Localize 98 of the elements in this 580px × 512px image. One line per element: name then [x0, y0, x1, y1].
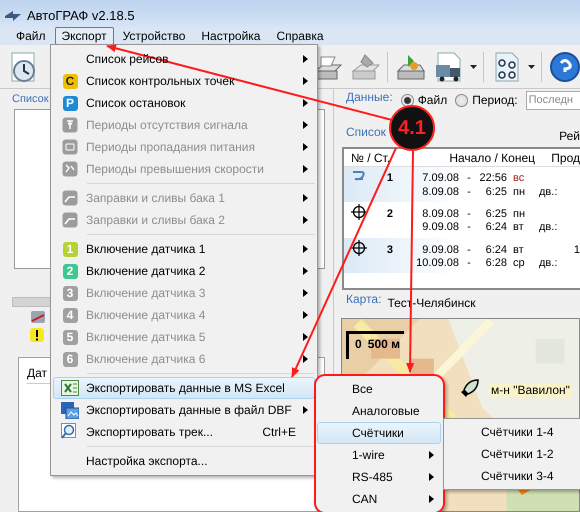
day-cell-text: пн [512, 186, 526, 198]
menu-item[interactable]: Счётчики 1-2 [446, 443, 580, 465]
signal-icon [62, 117, 78, 133]
marker-label: м-н "Вавилон" [489, 383, 572, 397]
caret-icon[interactable] [528, 64, 535, 68]
column-header: Прод [550, 150, 580, 164]
table-cell-text: 8.09.08 [421, 186, 459, 198]
menu-item[interactable]: 1-wire [317, 444, 441, 466]
badge-icon: P [62, 96, 78, 110]
table-cell-text: 8.09.08 [421, 208, 459, 220]
day-cell-text: вс [512, 172, 526, 184]
radio-option[interactable]: Период: [455, 93, 518, 107]
window-title: АвтоГРАФ v2.18.5 [27, 8, 135, 23]
day-cell-text: вт [512, 220, 525, 232]
menu-item[interactable]: Аналоговые [317, 400, 441, 422]
column-header: Начало / Конец [448, 150, 535, 164]
table-cell-text: дв.: [538, 256, 558, 268]
radio-label: Файл [418, 93, 448, 107]
table-cell-text: 2 [386, 208, 393, 220]
table-cell-text: - [466, 172, 472, 184]
table-cell-text: - [466, 244, 472, 256]
menu-bar-item[interactable]: Устройство [116, 27, 192, 45]
power-icon [62, 139, 78, 155]
table-cell-text: 1 [572, 244, 580, 256]
menu-item[interactable]: 2 Включение датчика 2 [53, 260, 315, 282]
day-cell-text: вт [512, 244, 525, 256]
table-cell-text: 3 [386, 244, 393, 256]
badge-icon: 6 [62, 352, 78, 366]
tab-strip [12, 297, 52, 307]
table-cell-text: - [466, 256, 472, 268]
crosshair-icon [351, 204, 367, 220]
badge-icon: 1 [62, 242, 78, 256]
table-cell-text: 6:25 [484, 208, 507, 220]
menu-item[interactable]: Экспортировать трек... Ctrl+E [53, 421, 315, 443]
database-file-icon [61, 402, 79, 418]
scale-label: 500 м [368, 337, 400, 353]
spreadsheet-icon [61, 380, 79, 396]
menu-bar-item[interactable]: Экспорт [54, 27, 114, 45]
table-cell-text: 1 [386, 172, 393, 184]
day-cell-text: пн [512, 208, 526, 220]
day-cell-text: ср [512, 256, 526, 268]
speed-icon [62, 161, 78, 177]
caret-icon[interactable] [470, 64, 477, 68]
radio-icon[interactable] [455, 94, 468, 106]
car-icon [30, 310, 46, 324]
menu-item[interactable]: Счётчики 1-4 [446, 421, 580, 443]
radio-icon[interactable] [400, 94, 414, 106]
table-cell-text: 9.09.08 [421, 244, 459, 256]
list-tab[interactable]: Список [12, 93, 49, 105]
table-cell-text: дв.: [538, 186, 558, 198]
table-cell-text: 9.09.08 [421, 220, 459, 232]
badge-icon: 5 [62, 330, 78, 344]
menu-item[interactable]: Экспортировать данные в MS Excel [53, 377, 315, 399]
badge-icon: 3 [62, 286, 78, 300]
period-field[interactable]: Последн [526, 90, 580, 110]
map-label: Карта: [346, 292, 382, 306]
table-cell-text: дв.: [538, 220, 558, 232]
vehicle-marker-icon [459, 377, 481, 399]
menu-item[interactable]: Счётчики 3-4 [446, 465, 580, 487]
tank-icon [62, 190, 78, 206]
table-cell: 22:56 [479, 172, 507, 184]
radio-label: Период: [472, 93, 518, 107]
table-cell-text: - [466, 220, 472, 232]
list-label: Список [346, 125, 386, 139]
app-logo-icon [5, 10, 21, 22]
table-cell-text: 6:28 [484, 256, 507, 268]
tank-icon [62, 212, 78, 228]
table-cell-text: 10.09.08 [415, 256, 459, 268]
menu-bar-item[interactable]: Настройка [194, 27, 268, 45]
data-label: Данные: [346, 90, 393, 104]
menu-item[interactable]: RS-485 [317, 466, 441, 488]
table-cell-text: - [466, 208, 472, 220]
route-icon [351, 169, 367, 183]
badge-icon: 4 [62, 308, 78, 322]
callout-badge: 4.1 [389, 105, 435, 151]
menu-bar-item[interactable]: Файл [9, 27, 53, 45]
column-header: № / Ст. [351, 150, 392, 164]
table-cell-text: 6:24 [484, 220, 507, 232]
menu-item[interactable]: Экспортировать данные в файл DBF [53, 399, 315, 421]
menu-bar-item[interactable]: Справка [269, 27, 331, 45]
table-cell-text: 6:25 [484, 186, 507, 198]
badge-icon: C [62, 74, 78, 88]
scale-label: 0 [355, 337, 362, 353]
help-icon[interactable] [548, 50, 580, 82]
menu-item[interactable]: P Список остановок [53, 92, 315, 114]
menu-item[interactable]: 1 Включение датчика 1 [53, 238, 315, 260]
menu-item[interactable]: CAN [317, 488, 441, 510]
trips-label: Рей [559, 129, 580, 143]
magnifier-icon [61, 423, 79, 441]
table-cell-text: - [466, 186, 472, 198]
table-cell-text: 6:24 [484, 244, 507, 256]
menu-item[interactable]: C Список контрольных точек [53, 70, 315, 92]
menu-item[interactable]: Настройка экспорта... [53, 450, 315, 472]
badge-icon: 2 [62, 264, 78, 278]
table-cell-text: 7.09.08 [421, 172, 459, 184]
warning-icon [30, 328, 44, 342]
menu-item[interactable]: Счётчики [317, 422, 441, 444]
crosshair-icon [351, 240, 367, 256]
